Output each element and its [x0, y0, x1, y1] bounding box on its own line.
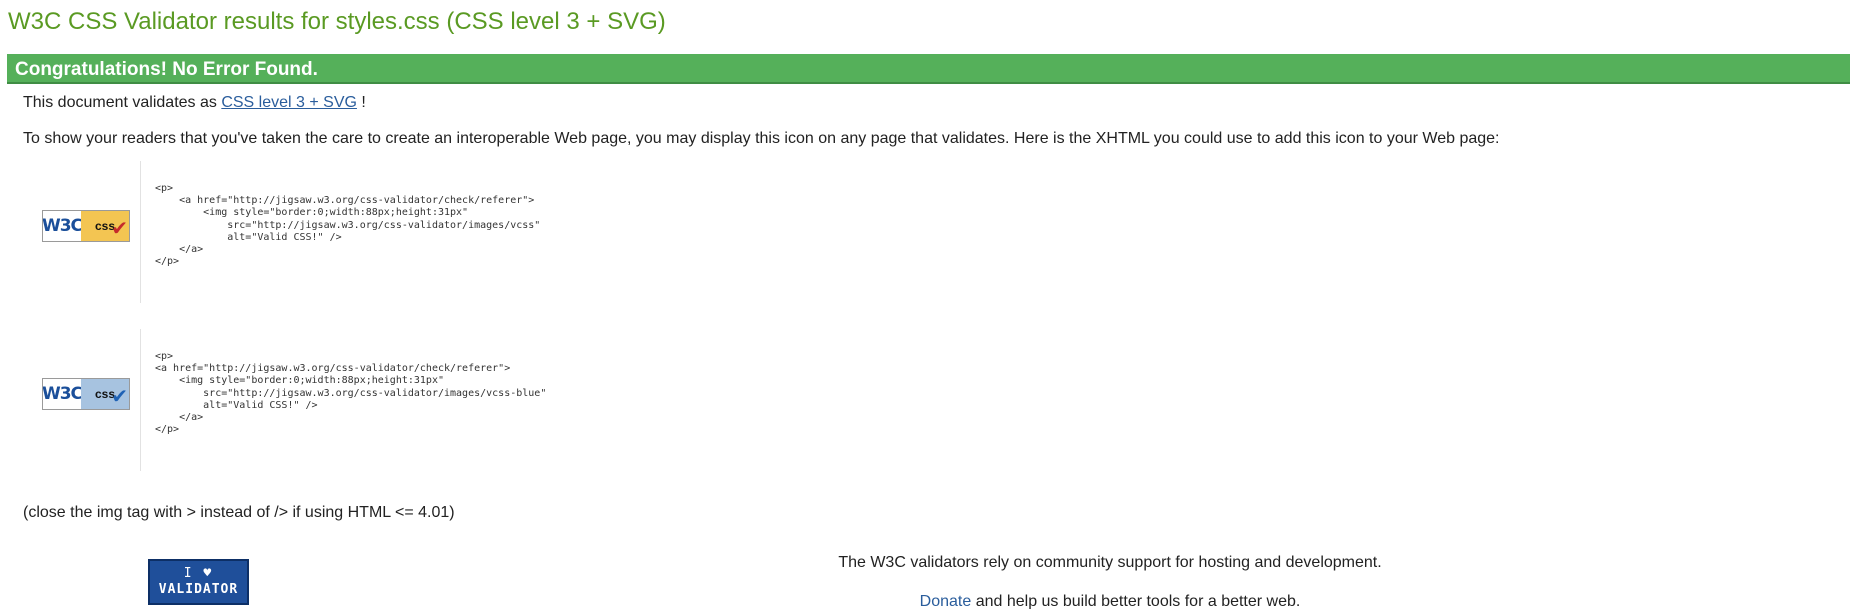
donate-suffix: and help us build better tools for a bet… — [971, 593, 1301, 609]
badge-cell: W3C css ✔ — [22, 161, 141, 303]
page-title: W3C CSS Validator results for styles.css… — [8, 8, 666, 35]
love-badge-line2: VALIDATOR — [158, 582, 239, 597]
badge-code-snippet: <p> <a href="http://jigsaw.w3.org/css-va… — [155, 351, 547, 436]
validates-statement: This document validates as CSS level 3 +… — [23, 94, 366, 112]
support-text: The W3C validators rely on community sup… — [838, 554, 1382, 571]
valid-css-badge-blue: W3C css ✔ — [42, 378, 130, 410]
donate-line: Donate and help us build better tools fo… — [700, 593, 1520, 609]
badge-info-text: To show your readers that you've taken t… — [23, 130, 1500, 147]
w3c-logo: W3C — [43, 379, 83, 409]
success-message: Congratulations! No Error Found. — [15, 59, 318, 80]
check-icon: ✔ — [111, 386, 128, 408]
validator-results-page: W3C CSS Validator results for styles.css… — [0, 0, 1859, 609]
badge-code-snippet: <p> <a href="http://jigsaw.w3.org/css-va… — [155, 183, 541, 268]
badge-cell: W3C css ✔ — [22, 329, 141, 471]
validates-suffix: ! — [356, 94, 366, 111]
donate-link[interactable]: Donate — [920, 593, 972, 609]
love-badge-line1: I ♥ — [183, 566, 214, 581]
css-profile-link[interactable]: CSS level 3 + SVG — [221, 94, 357, 111]
i-love-validator-badge[interactable]: I ♥ VALIDATOR — [148, 559, 249, 605]
badge-row-blue: W3C css ✔ <p> <a href="http://jigsaw.w3.… — [0, 329, 1859, 471]
check-icon: ✔ — [111, 218, 128, 240]
validates-prefix: This document validates as — [23, 94, 222, 111]
w3c-logo: W3C — [43, 211, 83, 241]
success-banner: Congratulations! No Error Found. — [7, 54, 1850, 84]
css-label: css ✔ — [81, 379, 129, 409]
valid-css-badge-gold: W3C css ✔ — [42, 210, 130, 242]
css-label: css ✔ — [81, 211, 129, 241]
html-note: (close the img tag with > instead of /> … — [23, 504, 455, 521]
badge-row-gold: W3C css ✔ <p> <a href="http://jigsaw.w3.… — [0, 161, 1859, 303]
